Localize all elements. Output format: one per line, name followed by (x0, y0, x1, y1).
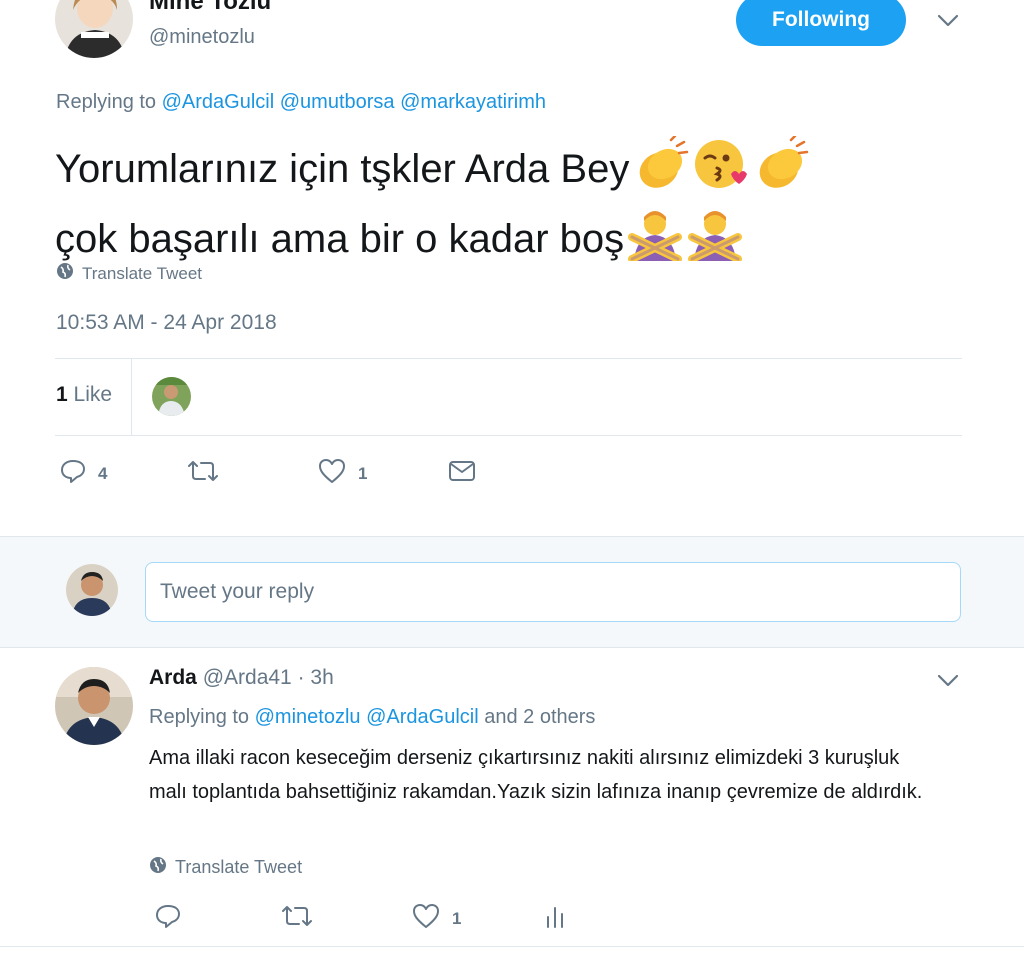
replying-prefix: Replying to (56, 91, 157, 113)
divider (55, 435, 962, 436)
analytics-icon (544, 905, 566, 934)
divider (0, 946, 1024, 947)
clapping-hands-emoji (751, 134, 809, 207)
globe-icon (149, 856, 167, 879)
mention-link[interactable]: @ArdaGulcil (366, 706, 479, 728)
reply-author-avatar[interactable] (55, 667, 133, 745)
reply-icon (60, 458, 86, 489)
replying-suffix[interactable]: and 2 others (484, 706, 595, 728)
mention-link[interactable]: @ArdaGulcil (162, 91, 275, 113)
replying-prefix: Replying to (149, 706, 250, 728)
globe-icon (56, 262, 74, 285)
analytics-action[interactable] (544, 905, 566, 934)
author-handle[interactable]: @minetozlu (149, 26, 255, 49)
likes-number: 1 (56, 383, 68, 406)
likes-count[interactable]: 1 Like (56, 383, 112, 407)
chevron-down-icon[interactable] (936, 668, 960, 692)
reply-action[interactable] (155, 903, 181, 934)
reply-text: Ama illaki racon keseceğim derseniz çıka… (149, 747, 923, 803)
author-name[interactable]: Mine Tozlu (149, 0, 271, 16)
no-gesture-emoji (626, 207, 684, 276)
translate-label: Translate Tweet (82, 263, 203, 283)
divider (131, 359, 132, 435)
reply-time[interactable]: · 3h (298, 666, 334, 689)
replying-to: Replying to @ArdaGulcil @umutborsa @mark… (56, 91, 546, 114)
retweet-action[interactable] (282, 903, 312, 934)
reply-author-name[interactable]: Arda (149, 666, 197, 689)
author-avatar[interactable] (55, 0, 133, 58)
tweet-text-line: Yorumlarınız için tşkler Arda Bey (55, 134, 955, 207)
like-count: 1 (358, 463, 368, 483)
reply-count: 4 (98, 463, 108, 483)
tweet-text-line-1: Yorumlarınız için tşkler Arda Bey (55, 147, 630, 192)
kissing-face-emoji (691, 136, 749, 207)
translate-tweet-link[interactable]: Translate Tweet (56, 262, 202, 285)
heart-icon (318, 458, 346, 489)
mention-link[interactable]: @markayatirimh (400, 91, 546, 113)
no-gesture-emoji (686, 207, 744, 276)
clapping-hands-emoji (631, 134, 689, 207)
direct-message-action[interactable] (448, 458, 476, 489)
liker-avatar[interactable] (152, 377, 191, 416)
heart-icon (412, 903, 440, 934)
mention-link[interactable]: @umutborsa (280, 91, 395, 113)
reply-icon (155, 903, 181, 934)
like-action[interactable]: 1 (318, 458, 367, 489)
likes-word: Like (73, 383, 113, 406)
reply-replying-to: Replying to @minetozlu @ArdaGulcil and 2… (149, 706, 595, 729)
retweet-action[interactable] (188, 458, 218, 489)
mention-link[interactable]: @minetozlu (255, 706, 361, 728)
reply-author-line: Arda @Arda41 · 3h (149, 666, 334, 690)
tweet-timestamp[interactable]: 10:53 AM - 24 Apr 2018 (56, 311, 277, 335)
like-count: 1 (452, 908, 462, 928)
reply-action[interactable]: 4 (60, 458, 107, 489)
retweet-icon (188, 458, 218, 489)
reply-author-handle[interactable]: @Arda41 (203, 666, 292, 689)
mail-icon (448, 458, 476, 489)
tweet-text: Yorumlarınız için tşkler Arda Bey çok ba… (55, 134, 955, 276)
divider (55, 358, 962, 359)
reply-input[interactable] (145, 562, 961, 622)
my-avatar[interactable] (66, 564, 118, 616)
translate-label: Translate Tweet (175, 857, 303, 877)
like-action[interactable]: 1 (412, 903, 461, 934)
following-button[interactable]: Following (736, 0, 906, 46)
tweet-text-line-2: çok başarılı ama bir o kadar boş (55, 217, 625, 262)
retweet-icon (282, 903, 312, 934)
chevron-down-icon[interactable] (936, 8, 960, 32)
translate-tweet-link[interactable]: Translate Tweet (149, 856, 302, 879)
